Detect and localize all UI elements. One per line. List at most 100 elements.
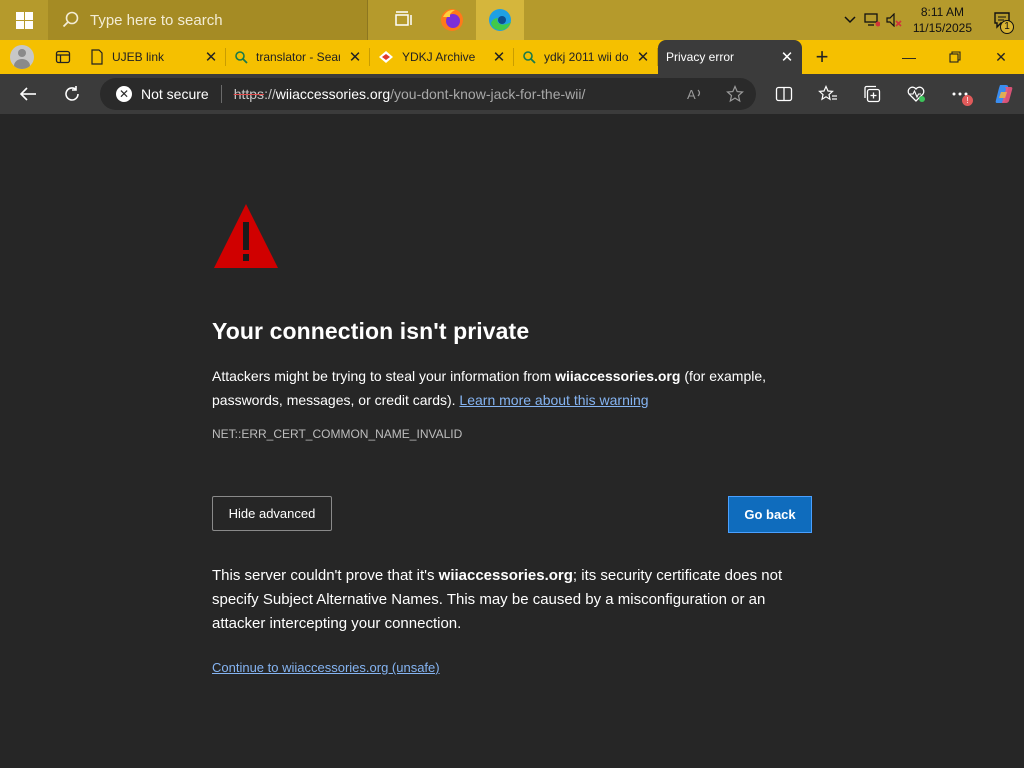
tab-ujeb-link[interactable]: UJEB link ✕	[82, 40, 226, 74]
refresh-icon	[65, 86, 79, 101]
address-bar-actions: A	[686, 78, 744, 110]
tab-ydkj-2011-search[interactable]: ydkj 2011 wii download ✕	[514, 40, 658, 74]
hide-advanced-button[interactable]: Hide advanced	[212, 496, 332, 531]
volume-muted-icon	[886, 13, 902, 27]
search-icon	[523, 51, 536, 64]
detail-host: wiiaccessories.org	[438, 567, 573, 584]
restore-button[interactable]	[932, 40, 978, 74]
go-back-button[interactable]: Go back	[728, 496, 812, 533]
plus-icon: +	[815, 44, 829, 69]
close-icon[interactable]: ✕	[492, 48, 506, 66]
close-icon: ✕	[995, 48, 1007, 65]
task-view-icon	[395, 11, 412, 26]
restore-icon	[949, 51, 961, 63]
back-button[interactable]	[6, 74, 50, 114]
windows-start-button[interactable]	[0, 0, 48, 40]
minimize-button[interactable]: —	[886, 40, 932, 74]
search-icon	[62, 11, 79, 28]
tab-privacy-error[interactable]: Privacy error ✕	[658, 40, 802, 74]
browser-essentials-button[interactable]	[894, 74, 938, 114]
tab-title: YDKJ Archive	[402, 50, 476, 64]
taskbar-edge-button[interactable]	[476, 0, 524, 40]
tab-title: Privacy error	[666, 50, 735, 64]
windows-taskbar: Type here to search 8:11 AM 11/15/2025 1	[0, 0, 1024, 40]
page-content: Your connection isn't private Attackers …	[4, 114, 1020, 768]
close-icon[interactable]: ✕	[636, 48, 650, 66]
taskbar-clock[interactable]: 8:11 AM 11/15/2025	[905, 4, 980, 36]
taskbar-search-placeholder: Type here to search	[90, 11, 223, 29]
description-text: Attackers might be trying to steal your …	[212, 368, 556, 384]
page-icon	[91, 49, 103, 65]
url-scheme: https	[233, 86, 265, 102]
close-icon[interactable]: ✕	[348, 48, 362, 66]
task-view-button[interactable]	[380, 0, 428, 40]
taskbar-search-box[interactable]: Type here to search	[48, 0, 368, 40]
description-host: wiiaccessories.org	[555, 368, 681, 384]
browser-toolbar: ✕ Not secure https://wiiaccessories.org /…	[0, 74, 1024, 114]
minimize-icon: —	[902, 49, 916, 65]
not-secure-icon: ✕	[116, 86, 132, 102]
collections-icon	[864, 85, 881, 103]
url-separator: ://	[264, 86, 276, 102]
page-title: Your connection isn't private	[212, 318, 530, 344]
notification-center-button[interactable]: 1	[980, 0, 1024, 40]
address-bar[interactable]: ✕ Not secure https://wiiaccessories.org /…	[100, 78, 756, 110]
refresh-button[interactable]	[50, 74, 94, 114]
browser-tab-strip: UJEB link ✕ translator - Search ✕ YDKJ A…	[0, 40, 1024, 74]
close-icon[interactable]: ✕	[780, 48, 794, 66]
heart-pulse-icon	[907, 86, 925, 102]
show-hidden-icons-button[interactable]	[839, 0, 861, 40]
back-arrow-icon	[19, 87, 36, 101]
network-icon	[864, 13, 880, 27]
ydkj-logo-icon	[379, 51, 393, 63]
tab-actions-button[interactable]	[44, 40, 82, 74]
edge-icon	[489, 9, 511, 31]
system-tray: 8:11 AM 11/15/2025 1	[839, 0, 1024, 40]
windows-logo-icon	[15, 11, 33, 29]
warning-description: Attackers might be trying to steal your …	[212, 364, 792, 412]
firefox-icon	[441, 9, 463, 31]
favorites-icon	[818, 85, 837, 101]
clock-date: 11/15/2025	[912, 21, 972, 35]
toolbar-actions: !	[762, 74, 1024, 114]
tab-title: translator - Search	[256, 50, 340, 64]
security-status-label[interactable]: Not secure	[141, 86, 209, 102]
chevron-up-icon	[844, 16, 856, 24]
read-aloud-icon[interactable]: A	[686, 86, 704, 102]
new-tab-button[interactable]: +	[802, 40, 842, 74]
search-icon	[235, 51, 248, 64]
tab-actions-icon	[55, 50, 71, 64]
address-divider	[220, 85, 222, 103]
tab-ydkj-archive[interactable]: YDKJ Archive ✕	[370, 40, 514, 74]
collections-button[interactable]	[850, 74, 894, 114]
advanced-details: This server couldn't prove that it's wii…	[212, 564, 792, 636]
taskbar-firefox-button[interactable]	[428, 0, 476, 40]
settings-more-button[interactable]: !	[938, 74, 982, 114]
copilot-icon	[995, 85, 1013, 103]
avatar	[10, 45, 34, 69]
warning-icon	[214, 204, 278, 268]
update-badge: !	[962, 95, 973, 106]
continue-unsafe-link[interactable]: Continue to wiiaccessories.org (unsafe)	[212, 660, 440, 675]
url-host: wiiaccessories.org	[275, 86, 391, 102]
learn-more-link[interactable]: Learn more about this warning	[459, 392, 648, 408]
network-button[interactable]	[861, 0, 883, 40]
profile-button[interactable]	[0, 40, 44, 74]
error-code: NET::ERR_CERT_COMMON_NAME_INVALID	[212, 427, 463, 441]
split-screen-button[interactable]	[762, 74, 806, 114]
svg-text:A: A	[687, 87, 696, 102]
close-window-button[interactable]: ✕	[978, 40, 1024, 74]
favorites-button[interactable]	[806, 74, 850, 114]
close-icon[interactable]: ✕	[204, 48, 218, 66]
tab-title: ydkj 2011 wii download	[544, 50, 628, 64]
window-controls: — ✕	[886, 40, 1024, 74]
url-path: /you-dont-know-jack-for-the-wii/	[390, 86, 586, 102]
favorite-star-icon[interactable]	[726, 85, 744, 103]
split-screen-icon	[775, 86, 793, 102]
copilot-button[interactable]	[982, 74, 1024, 114]
detail-text: This server couldn't prove that it's	[212, 567, 439, 584]
notification-badge: 1	[1000, 20, 1014, 34]
clock-time: 8:11 AM	[920, 5, 964, 19]
tab-translator-search[interactable]: translator - Search ✕	[226, 40, 370, 74]
volume-button[interactable]	[883, 0, 905, 40]
